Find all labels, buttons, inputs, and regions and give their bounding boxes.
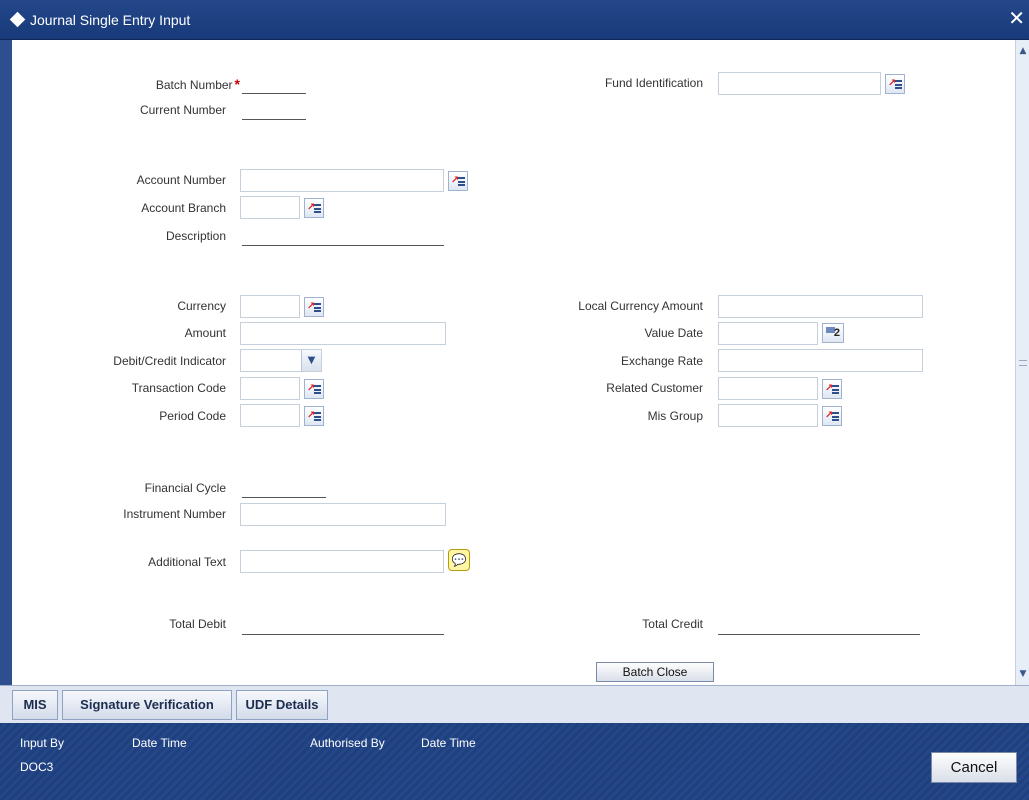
additional-text-label: Additional Text: [148, 555, 226, 569]
related-customer-input[interactable]: [718, 377, 818, 400]
financial-cycle-label: Financial Cycle: [144, 481, 226, 495]
input-by-label: Input By: [20, 736, 65, 750]
currency-input[interactable]: [240, 295, 300, 318]
period-code-lov-icon[interactable]: ↗: [304, 406, 324, 426]
speech-bubble-icon[interactable]: 💬: [448, 549, 470, 571]
financial-cycle-field[interactable]: [242, 497, 326, 498]
title-bar: Journal Single Entry Input ✕: [0, 0, 1029, 40]
audit-footer: Input By Date Time Authorised By Date Ti…: [0, 723, 1029, 800]
authorised-date-time-label: Date Time: [421, 736, 476, 750]
local-currency-amount-input[interactable]: [718, 295, 923, 318]
description-field[interactable]: [242, 245, 444, 246]
diamond-icon: [9, 11, 26, 28]
batch-number-label: Batch Number *: [155, 76, 240, 92]
exchange-rate-input[interactable]: [718, 349, 923, 372]
instrument-number-input[interactable]: [240, 503, 446, 526]
authorised-by-label: Authorised By: [310, 736, 385, 750]
input-by-value: DOC3: [20, 760, 54, 774]
calendar-icon[interactable]: 2: [822, 323, 844, 343]
amount-label: Amount: [184, 326, 226, 340]
fund-identification-label: Fund Identification: [604, 76, 703, 90]
total-debit-field: [242, 634, 444, 635]
scroll-grip[interactable]: [1019, 360, 1027, 366]
fund-identification-lov-icon[interactable]: ↗: [885, 74, 905, 94]
debit-credit-indicator-label: Debit/Credit Indicator: [113, 354, 226, 368]
debit-credit-indicator-select[interactable]: ▼: [240, 349, 322, 372]
total-credit-field: [718, 634, 920, 635]
fund-identification-input[interactable]: [718, 72, 881, 95]
description-label: Description: [165, 229, 226, 243]
transaction-code-lov-icon[interactable]: ↗: [304, 379, 324, 399]
period-code-input[interactable]: [240, 404, 300, 427]
exchange-rate-label: Exchange Rate: [620, 354, 703, 368]
account-number-input[interactable]: [240, 169, 444, 192]
account-number-lov-icon[interactable]: ↗: [448, 171, 468, 191]
cancel-button[interactable]: Cancel: [931, 752, 1017, 783]
date-time-label: Date Time: [132, 736, 187, 750]
related-customer-lov-icon[interactable]: ↗: [822, 379, 842, 399]
transaction-code-label: Transaction Code: [131, 381, 226, 395]
account-branch-input[interactable]: [240, 196, 300, 219]
value-date-input[interactable]: [718, 322, 818, 345]
required-mark: *: [234, 76, 240, 92]
amount-input[interactable]: [240, 322, 446, 345]
mis-group-label: Mis Group: [647, 409, 703, 423]
account-number-label: Account Number: [136, 173, 226, 187]
close-icon[interactable]: ✕: [1008, 8, 1025, 28]
account-branch-lov-icon[interactable]: ↗: [304, 198, 324, 218]
tab-mis[interactable]: MIS: [12, 690, 58, 720]
period-code-label: Period Code: [159, 409, 226, 423]
value-date-label: Value Date: [644, 326, 703, 340]
current-number-field[interactable]: [242, 119, 306, 120]
tab-signature-verification[interactable]: Signature Verification: [62, 690, 232, 720]
local-currency-amount-label: Local Currency Amount: [578, 299, 703, 313]
instrument-number-label: Instrument Number: [123, 507, 226, 521]
tab-bar: MIS Signature Verification UDF Details: [0, 685, 1029, 723]
currency-label: Currency: [177, 299, 226, 313]
batch-close-button[interactable]: Batch Close: [596, 662, 714, 682]
scroll-up-icon[interactable]: ▲: [1017, 44, 1029, 58]
vertical-scrollbar[interactable]: ▲ ▼: [1015, 40, 1029, 685]
current-number-label: Current Number: [139, 103, 226, 117]
total-credit-label: Total Credit: [642, 617, 703, 631]
scroll-down-icon[interactable]: ▼: [1017, 667, 1029, 681]
batch-number-field[interactable]: [242, 93, 306, 94]
chevron-down-icon[interactable]: ▼: [301, 350, 321, 371]
currency-lov-icon[interactable]: ↗: [304, 297, 324, 317]
window-title: Journal Single Entry Input: [30, 12, 191, 28]
mis-group-input[interactable]: [718, 404, 818, 427]
transaction-code-input[interactable]: [240, 377, 300, 400]
mis-group-lov-icon[interactable]: ↗: [822, 406, 842, 426]
total-debit-label: Total Debit: [169, 617, 226, 631]
related-customer-label: Related Customer: [606, 381, 703, 395]
additional-text-input[interactable]: [240, 550, 444, 573]
account-branch-label: Account Branch: [141, 201, 226, 215]
tab-udf-details[interactable]: UDF Details: [236, 690, 328, 720]
